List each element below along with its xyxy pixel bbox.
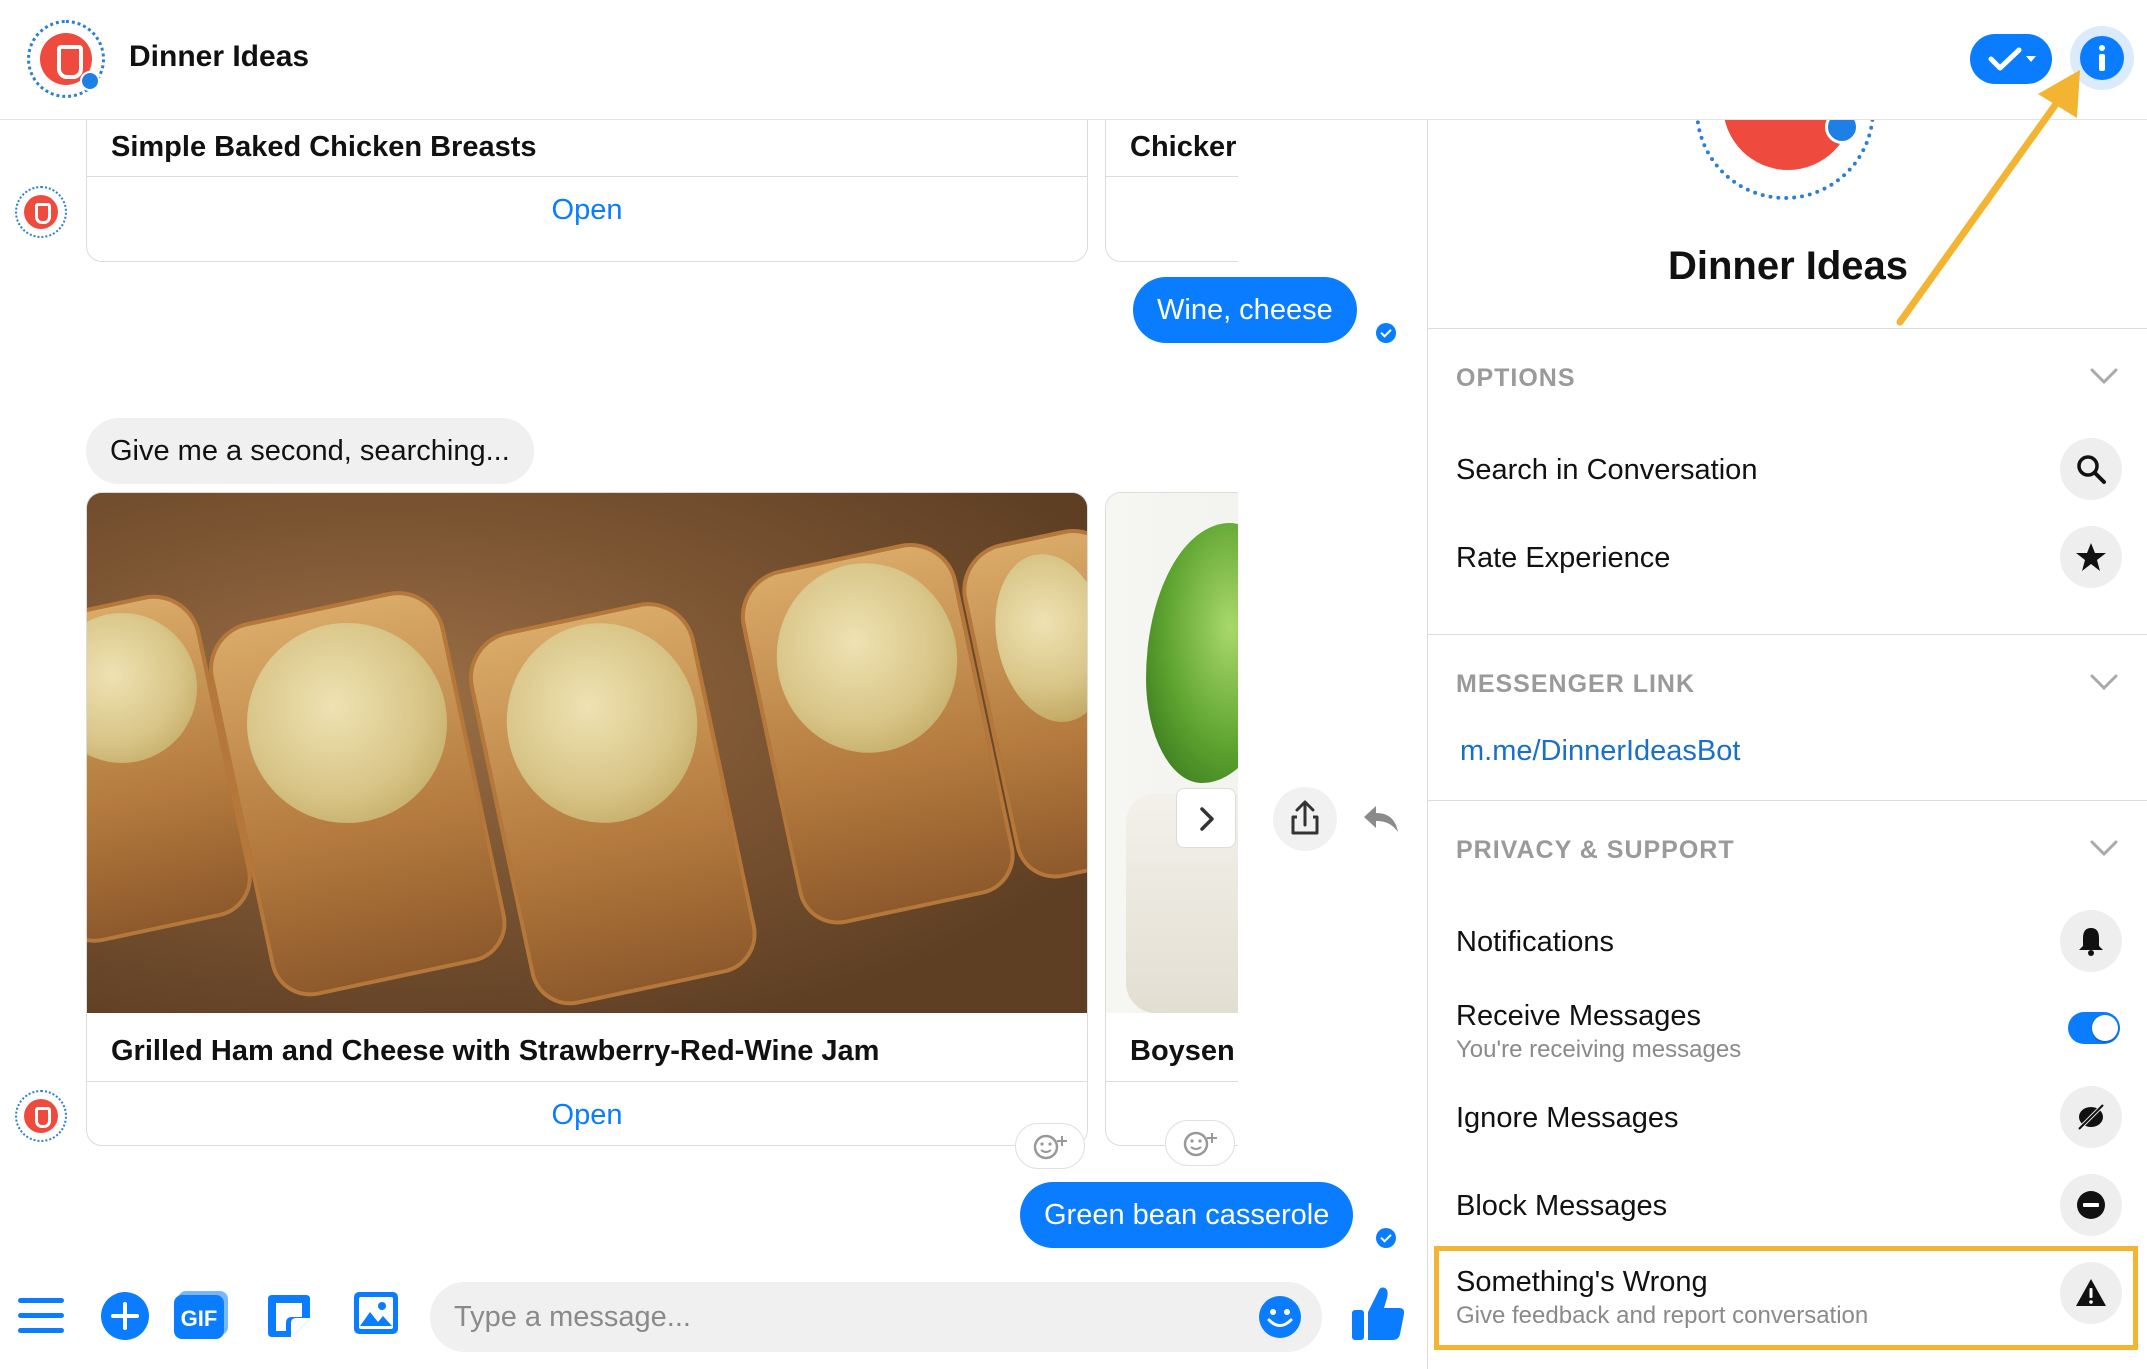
block-icon [2077, 1191, 2105, 1219]
add-reaction-button[interactable] [1165, 1120, 1235, 1166]
section-header-messenger-link[interactable]: MESSENGER LINK [1456, 670, 1695, 699]
messenger-link[interactable]: m.me/DinnerIdeasBot [1460, 735, 1740, 768]
star-icon [2076, 543, 2106, 571]
something-wrong-description: Give feedback and report conversation [1456, 1302, 1869, 1329]
ignore-messages[interactable]: Ignore Messages [1456, 1102, 1678, 1135]
plus-circle-icon [101, 1292, 149, 1340]
carousel-next-button[interactable] [1176, 788, 1236, 848]
chevron-down-icon[interactable] [2088, 838, 2120, 858]
rate-button[interactable] [2060, 526, 2122, 588]
recipe-image[interactable] [87, 493, 1087, 1013]
report-button[interactable] [2060, 1262, 2122, 1324]
recipe-image[interactable] [1106, 493, 1238, 1013]
receive-messages[interactable]: Receive Messages [1456, 1000, 1701, 1033]
hamburger-icon [18, 1298, 64, 1333]
bot-avatar-small [15, 1090, 67, 1142]
receive-messages-toggle[interactable] [2068, 1012, 2120, 1044]
photo-button[interactable] [352, 1290, 400, 1336]
open-recipe-button[interactable]: Open [87, 194, 1087, 227]
recipe-card-title: Boysen [1130, 1035, 1235, 1067]
search-icon [2077, 455, 2106, 484]
conversation-header: Dinner Ideas [0, 0, 2147, 120]
like-button[interactable] [1350, 1284, 1406, 1344]
section-header-options[interactable]: OPTIONS [1456, 364, 1576, 393]
read-receipt-icon [1376, 323, 1396, 343]
eye-slash-icon [2077, 1103, 2105, 1131]
section-header-privacy-support[interactable]: PRIVACY & SUPPORT [1456, 836, 1735, 865]
read-receipt-icon [1376, 1228, 1396, 1248]
annotation-arrow [1896, 70, 2080, 326]
gif-button[interactable]: GIF [174, 1291, 228, 1341]
search-button[interactable] [2060, 438, 2122, 500]
sticker-button[interactable] [266, 1291, 312, 1339]
chevron-down-icon[interactable] [2088, 366, 2120, 386]
reply-icon [1364, 806, 1398, 832]
conversation-title[interactable]: Dinner Ideas [129, 40, 309, 74]
bot-avatar[interactable] [27, 20, 105, 98]
reply-button[interactable] [1358, 796, 1404, 842]
ignore-messages-button[interactable] [2060, 1086, 2122, 1148]
gif-icon: GIF [174, 1291, 228, 1339]
smiley-plus-icon [1183, 1131, 1217, 1157]
message-composer: GIF [0, 1260, 1428, 1369]
image-icon [354, 1292, 398, 1334]
bell-icon [2079, 928, 2103, 956]
share-button[interactable] [1273, 787, 1337, 851]
menu-button[interactable] [16, 1294, 66, 1338]
recipe-card-title: Chicker [1130, 131, 1237, 163]
block-messages-button[interactable] [2060, 1174, 2122, 1236]
warning-icon [2076, 1279, 2106, 1306]
add-reaction-button[interactable] [1015, 1123, 1085, 1169]
chevron-right-icon [1200, 807, 1214, 831]
receive-messages-status: You're receiving messages [1456, 1036, 1742, 1063]
smiley-plus-icon [1033, 1134, 1067, 1160]
message-input-wrapper [430, 1282, 1322, 1352]
smiley-icon [1259, 1296, 1301, 1338]
bot-avatar-small [15, 186, 67, 238]
recipe-card: Grilled Ham and Cheese with Strawberry-R… [86, 492, 1088, 1146]
chevron-down-icon[interactable] [2088, 672, 2120, 692]
recipe-card-title: Grilled Ham and Cheese with Strawberry-R… [111, 1035, 880, 1067]
emoji-button[interactable] [1258, 1295, 1302, 1339]
block-messages[interactable]: Block Messages [1456, 1190, 1667, 1223]
notifications-button[interactable] [2060, 910, 2122, 972]
svg-text:GIF: GIF [181, 1306, 218, 1331]
sticker-icon [268, 1295, 310, 1337]
search-in-conversation[interactable]: Search in Conversation [1456, 454, 1757, 487]
recipe-card-title: Simple Baked Chicken Breasts [111, 131, 537, 163]
rate-experience[interactable]: Rate Experience [1456, 542, 1670, 575]
message-input[interactable] [454, 1282, 1234, 1352]
something-wrong[interactable]: Something's Wrong [1456, 1266, 1708, 1299]
thumbs-up-icon [1352, 1287, 1405, 1340]
outgoing-message[interactable]: Green bean casserole [1020, 1182, 1354, 1248]
share-icon [1291, 800, 1319, 835]
recipe-card: Simple Baked Chicken Breasts Open [86, 120, 1088, 262]
more-actions-button[interactable] [100, 1291, 150, 1341]
recipe-card: Chicker [1105, 120, 1238, 262]
outgoing-message[interactable]: Wine, cheese [1133, 277, 1357, 343]
incoming-message[interactable]: Give me a second, searching... [86, 418, 534, 484]
notifications[interactable]: Notifications [1456, 926, 1614, 959]
open-recipe-button[interactable]: Open [87, 1099, 1087, 1132]
message-thread[interactable]: Simple Baked Chicken Breasts Open Chicke… [0, 120, 1428, 1260]
